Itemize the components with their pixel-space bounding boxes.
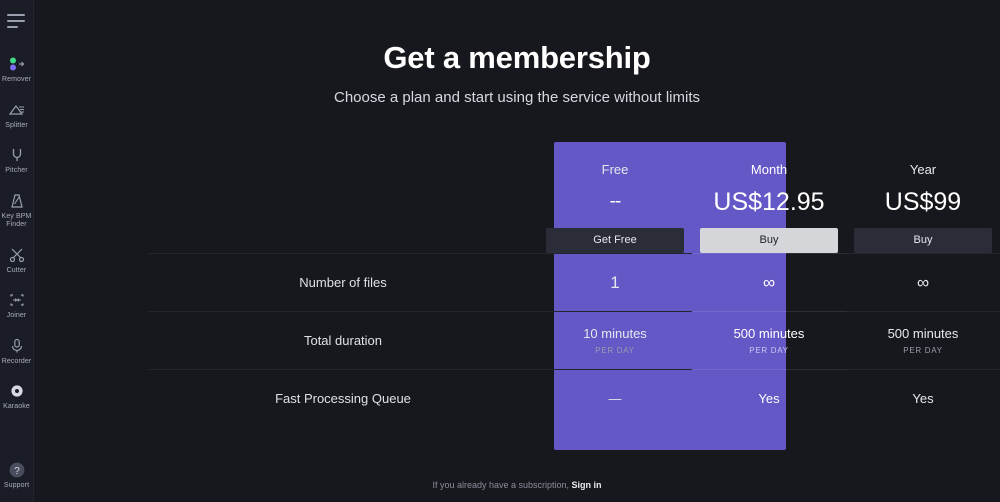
feature-value-month: ∞	[692, 253, 846, 312]
page-header: Get a membership Choose a plan and start…	[34, 0, 1000, 106]
buy-year-button[interactable]: Buy	[854, 228, 992, 253]
value-main: Yes	[758, 390, 780, 406]
sidebar-item-label: Splitter	[5, 121, 28, 129]
feature-value-month: 500 minutes PER DAY	[692, 311, 846, 370]
hamburger-icon[interactable]	[6, 14, 27, 28]
page-subtitle: Choose a plan and start using the servic…	[333, 89, 701, 106]
sidebar-item-label: Joiner	[6, 312, 27, 319]
get-free-button[interactable]: Get Free	[546, 228, 684, 253]
feature-value-free: —	[538, 369, 692, 428]
sidebar-nav: Remover Splitter Pitcher Key BPM Finder …	[0, 48, 33, 421]
pricing-section: Free -- Get Free Month US$12.95 Buy Year…	[148, 110, 1000, 450]
sign-in-link[interactable]: Sign in	[572, 480, 602, 490]
sidebar-item-label: Karaoke	[3, 403, 30, 410]
plan-column-free: Free -- Get Free	[538, 110, 692, 254]
app-root: Remover Splitter Pitcher Key BPM Finder …	[0, 0, 1000, 502]
table-row: Fast Processing Queue — Yes Yes	[148, 369, 1000, 428]
feature-value-free: 10 minutes PER DAY	[538, 311, 692, 370]
joiner-brackets-icon	[7, 290, 27, 310]
plan-column-year: Year US$99 Buy	[846, 110, 1000, 254]
feature-value-year: Yes	[846, 369, 1000, 428]
hamburger-line	[6, 26, 18, 28]
microphone-icon	[7, 336, 27, 356]
feature-value-month: Yes	[692, 369, 846, 428]
hamburger-line	[6, 20, 25, 22]
feature-value-year: ∞	[846, 253, 1000, 312]
plan-price: --	[609, 191, 622, 212]
scissors-icon	[7, 245, 27, 265]
plan-cta-wrap: Buy	[692, 228, 846, 253]
sidebar-item-label: Cutter	[6, 266, 27, 274]
metronome-icon	[7, 191, 27, 211]
sidebar-item-splitter[interactable]: Splitter	[0, 94, 34, 135]
sidebar-item-cutter[interactable]: Cutter	[0, 239, 34, 280]
sidebar-item-remover[interactable]: Remover	[0, 48, 34, 89]
sidebar-item-label: Pitcher	[5, 167, 28, 174]
sidebar-item-support[interactable]: ? Support	[0, 454, 34, 495]
pricing-table: Free -- Get Free Month US$12.95 Buy Year…	[148, 110, 1000, 428]
buy-month-button[interactable]: Buy	[700, 228, 838, 253]
sidebar-item-label: Remover	[1, 76, 32, 83]
header-spacer-cell	[148, 110, 538, 254]
plan-name: Month	[750, 162, 788, 177]
value-sub: PER DAY	[749, 346, 789, 355]
feature-label: Number of files	[148, 253, 538, 312]
feature-value-year: 500 minutes PER DAY	[846, 311, 1000, 370]
value-main: ∞	[762, 272, 776, 292]
plan-cta-wrap: Get Free	[538, 228, 692, 253]
sidebar-item-label: Key BPM Finder	[1, 212, 32, 229]
value-sub: PER DAY	[595, 346, 635, 355]
question-mark-icon: ?	[7, 460, 27, 480]
splitter-icon	[7, 100, 27, 120]
sidebar-item-label: Support	[3, 481, 30, 489]
karaoke-disc-icon	[7, 381, 27, 401]
feature-label: Fast Processing Queue	[148, 369, 538, 428]
feature-label: Total duration	[148, 311, 538, 370]
value-main: 500 minutes	[887, 326, 959, 341]
sidebar-item-joiner[interactable]: Joiner	[0, 284, 34, 325]
plan-price: US$12.95	[713, 188, 825, 216]
plan-cta-wrap: Buy	[846, 228, 1000, 253]
sidebar-item-key-bpm-finder[interactable]: Key BPM Finder	[0, 185, 34, 234]
hamburger-line	[6, 14, 25, 16]
plan-name: Free	[601, 162, 629, 177]
value-main: 1	[610, 272, 620, 292]
page-title: Get a membership	[383, 40, 651, 75]
feature-value-free: 1	[538, 253, 692, 312]
pricing-header-row: Free -- Get Free Month US$12.95 Buy Year…	[148, 110, 1000, 254]
sidebar-item-label: Recorder	[1, 357, 32, 365]
table-row: Total duration 10 minutes PER DAY 500 mi…	[148, 311, 1000, 370]
sidebar-item-pitcher[interactable]: Pitcher	[0, 139, 34, 180]
vocal-remover-icon	[7, 54, 27, 74]
footnote-text: If you already have a subscription,	[432, 480, 570, 490]
main-content: Get a membership Choose a plan and start…	[34, 0, 1000, 502]
value-main: ∞	[916, 272, 930, 292]
plan-column-month: Month US$12.95 Buy	[692, 110, 846, 254]
value-main: —	[608, 390, 622, 406]
plan-name: Year	[909, 162, 937, 177]
sidebar-item-recorder[interactable]: Recorder	[0, 330, 34, 371]
sidebar-item-karaoke[interactable]: Karaoke	[0, 375, 34, 416]
value-main: 10 minutes	[583, 326, 647, 341]
svg-text:?: ?	[14, 466, 20, 477]
value-sub: PER DAY	[903, 346, 943, 355]
pitcher-tuning-fork-icon	[7, 145, 27, 165]
value-main: Yes	[912, 390, 934, 406]
value-main: 500 minutes	[733, 326, 805, 341]
table-row: Number of files 1 ∞ ∞	[148, 253, 1000, 312]
subscription-footnote: If you already have a subscription, Sign…	[34, 480, 1000, 490]
sidebar: Remover Splitter Pitcher Key BPM Finder …	[0, 0, 34, 502]
plan-price: US$99	[884, 188, 962, 216]
